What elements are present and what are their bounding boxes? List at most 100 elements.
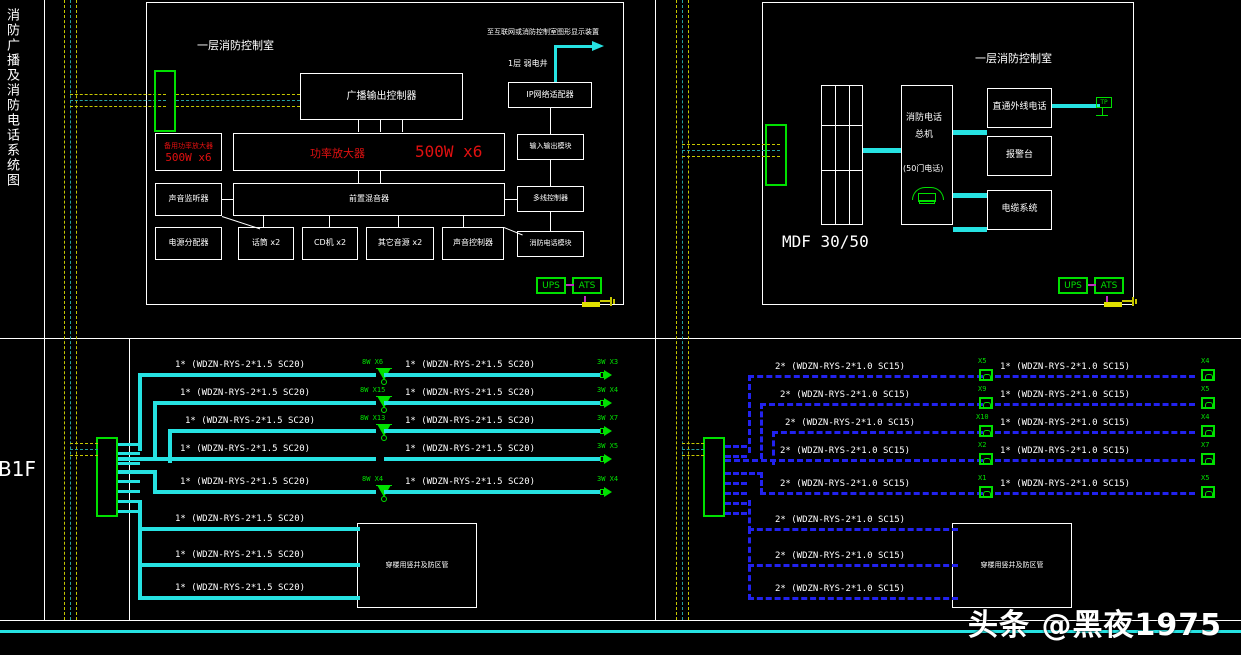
left-speaker-label-1: 8W X6 bbox=[362, 358, 384, 366]
power-distributor-box: 电源分配器 bbox=[155, 227, 222, 260]
connector-line-phone bbox=[550, 212, 551, 231]
left-block-stub-5 bbox=[118, 490, 140, 493]
right-riser-cable-5b bbox=[995, 492, 1195, 495]
fire-phone-exchange-line2: 总机 bbox=[915, 130, 934, 140]
tp-label: TP bbox=[1100, 99, 1108, 106]
direct-outside-line-box: 直通外线电话 bbox=[987, 88, 1052, 128]
right-block-stub-4 bbox=[725, 492, 747, 495]
right-riser-cable-3b bbox=[995, 431, 1195, 434]
right-riser-cable-label-3b: 1* (WDZN-RYS-2*1.0 SC15) bbox=[1000, 418, 1131, 428]
right-jack-label-end-5: X5 bbox=[1201, 474, 1210, 482]
right-jack-label-end-3: X4 bbox=[1201, 413, 1210, 421]
left-riser-cable-label-4a: 1* (WDZN-RYS-2*1.5 SC20) bbox=[180, 444, 311, 454]
telephone-icon bbox=[912, 187, 944, 205]
left-shaft-note-box: 穿楼用竖井及防区管 bbox=[357, 523, 477, 608]
left-riser-cable-2a bbox=[153, 401, 376, 405]
watermark: 头条 @黑夜1975 bbox=[968, 608, 1222, 643]
left-b1f-feed-dash-bottom bbox=[70, 455, 98, 456]
io-module-box: 输入输出模块 bbox=[517, 134, 584, 160]
left-riser-cable-label-1a: 1* (WDZN-RYS-2*1.5 SC20) bbox=[175, 360, 306, 370]
right-jack-label-end-1: X4 bbox=[1201, 357, 1210, 365]
right-block-stub-3 bbox=[725, 482, 747, 485]
b1f-right-terminal-block bbox=[703, 437, 725, 517]
riser-dash-yellow-right-b bbox=[688, 0, 689, 620]
right-riser-cable-label-2b: 1* (WDZN-RYS-2*1.0 SC15) bbox=[1000, 390, 1131, 400]
left-block-stub-4 bbox=[118, 480, 140, 483]
left-riser-dropper-2 bbox=[153, 401, 157, 457]
right-riser-cable-3a bbox=[772, 431, 983, 434]
feed-dash-cyan bbox=[70, 100, 166, 101]
right-riser-riser-5 bbox=[760, 472, 763, 494]
connector-io-line bbox=[550, 160, 551, 186]
feed-dash-cyan2 bbox=[176, 100, 300, 101]
exchange-out-cable-3 bbox=[953, 227, 987, 232]
left-wall-speaker-label-3: 3W X7 bbox=[597, 414, 619, 422]
right-shaft-note-label: 穿楼用竖井及防区管 bbox=[980, 560, 1044, 569]
left-block-stub-6 bbox=[118, 500, 140, 503]
connector-amp-mixer-2 bbox=[380, 171, 381, 183]
right-phone-jack-mid-1 bbox=[979, 369, 993, 381]
left-speaker-label-3: 8W X13 bbox=[360, 414, 386, 422]
alarm-console-label: 报警台 bbox=[1005, 150, 1033, 161]
left-riser-cable-6 bbox=[138, 527, 360, 531]
right-ups-ats-link bbox=[1088, 284, 1096, 286]
left-riser-cable-label-3a: 1* (WDZN-RYS-2*1.5 SC20) bbox=[185, 416, 316, 426]
left-wall-speaker-5 bbox=[600, 487, 612, 497]
fire-phone-module-box: 消防电话模块 bbox=[517, 231, 584, 257]
power-distributor-label: 电源分配器 bbox=[168, 238, 209, 248]
outside-line-to-tp-cable bbox=[1052, 104, 1100, 108]
mdf-label: MDF 30/50 bbox=[782, 232, 869, 251]
io-module-label: 输入输出模块 bbox=[529, 142, 572, 151]
riser-dash-cyan-left bbox=[70, 0, 71, 620]
right-b1f-feed-dash-bottom bbox=[682, 455, 704, 456]
right-riser-cable-8 bbox=[748, 597, 958, 600]
left-riser-branch-5 bbox=[118, 470, 156, 474]
volume-control-box: 声音控制器 bbox=[442, 227, 504, 260]
fire-phone-exchange-line1: 消防电话 bbox=[906, 113, 943, 123]
right-b1f-feed-dash-top bbox=[682, 443, 704, 444]
right-riser-cable-7 bbox=[748, 564, 958, 567]
left-ground-symbol bbox=[580, 296, 616, 308]
right-riser-cable-4b bbox=[995, 459, 1195, 462]
left-riser-dropper-1 bbox=[138, 373, 142, 451]
right-jack-label-mid-1: X5 bbox=[978, 357, 987, 365]
alarm-console-box: 报警台 bbox=[987, 136, 1052, 176]
other-source-box: 其它音源 x2 bbox=[366, 227, 434, 260]
left-ats-box: ATS bbox=[572, 277, 602, 294]
left-ups-ats-link bbox=[566, 284, 574, 286]
left-riser-cable-label-6: 1* (WDZN-RYS-2*1.5 SC20) bbox=[175, 514, 306, 524]
spare-amp-label: 备用功率放大器 bbox=[164, 141, 213, 150]
left-wall-speaker-1 bbox=[600, 370, 612, 380]
connector-mixer-source-2 bbox=[329, 216, 330, 227]
right-riser-dropper-8 bbox=[748, 528, 751, 600]
sound-monitor-box: 声音监听器 bbox=[155, 183, 222, 216]
power-amplifier-label: 功率放大器 bbox=[310, 147, 365, 160]
sound-monitor-label: 声音监听器 bbox=[168, 194, 209, 204]
exchange-out-cable-1 bbox=[953, 130, 987, 135]
left-riser-cable-label-8: 1* (WDZN-RYS-2*1.5 SC20) bbox=[175, 583, 306, 593]
feed-dash-yellow-top2 bbox=[176, 94, 300, 95]
broadcast-output-controller-box: 广播输出控制器 bbox=[300, 73, 463, 120]
right-jack-label-mid-2: X9 bbox=[978, 385, 987, 393]
right-phone-jack-end-4 bbox=[1201, 453, 1215, 465]
connector-mixer-source-1 bbox=[263, 216, 264, 227]
exchange-out-cable-2 bbox=[953, 193, 987, 198]
ip-network-adapter-box: IP网络适配器 bbox=[508, 82, 592, 108]
mdf-row-2 bbox=[821, 170, 863, 171]
left-b1f-feed-dash-cyan bbox=[70, 449, 98, 450]
volume-control-label: 声音控制器 bbox=[453, 238, 493, 248]
right-riser-cable-label-8: 2* (WDZN-RYS-2*1.0 SC15) bbox=[775, 584, 906, 594]
left-riser-cable-label-2b: 1* (WDZN-RYS-2*1.5 SC20) bbox=[405, 388, 536, 398]
right-riser-cable-6 bbox=[748, 528, 958, 531]
right-phone-jack-mid-4 bbox=[979, 453, 993, 465]
right-riser-cable-4a bbox=[725, 459, 983, 462]
mdf-row-1 bbox=[821, 125, 863, 126]
left-riser-cable-1a bbox=[138, 373, 376, 377]
other-source-label: 其它音源 x2 bbox=[377, 238, 423, 248]
left-riser-cable-label-5b: 1* (WDZN-RYS-2*1.5 SC20) bbox=[405, 477, 536, 487]
right-block-stub-5 bbox=[725, 502, 747, 505]
connector-controller-amp-1 bbox=[358, 120, 359, 132]
left-shaft-note-label: 穿楼用竖井及防区管 bbox=[385, 560, 449, 569]
left-wall-speaker-2 bbox=[600, 398, 612, 408]
left-riser-cable-label-3b: 1* (WDZN-RYS-2*1.5 SC20) bbox=[405, 416, 536, 426]
